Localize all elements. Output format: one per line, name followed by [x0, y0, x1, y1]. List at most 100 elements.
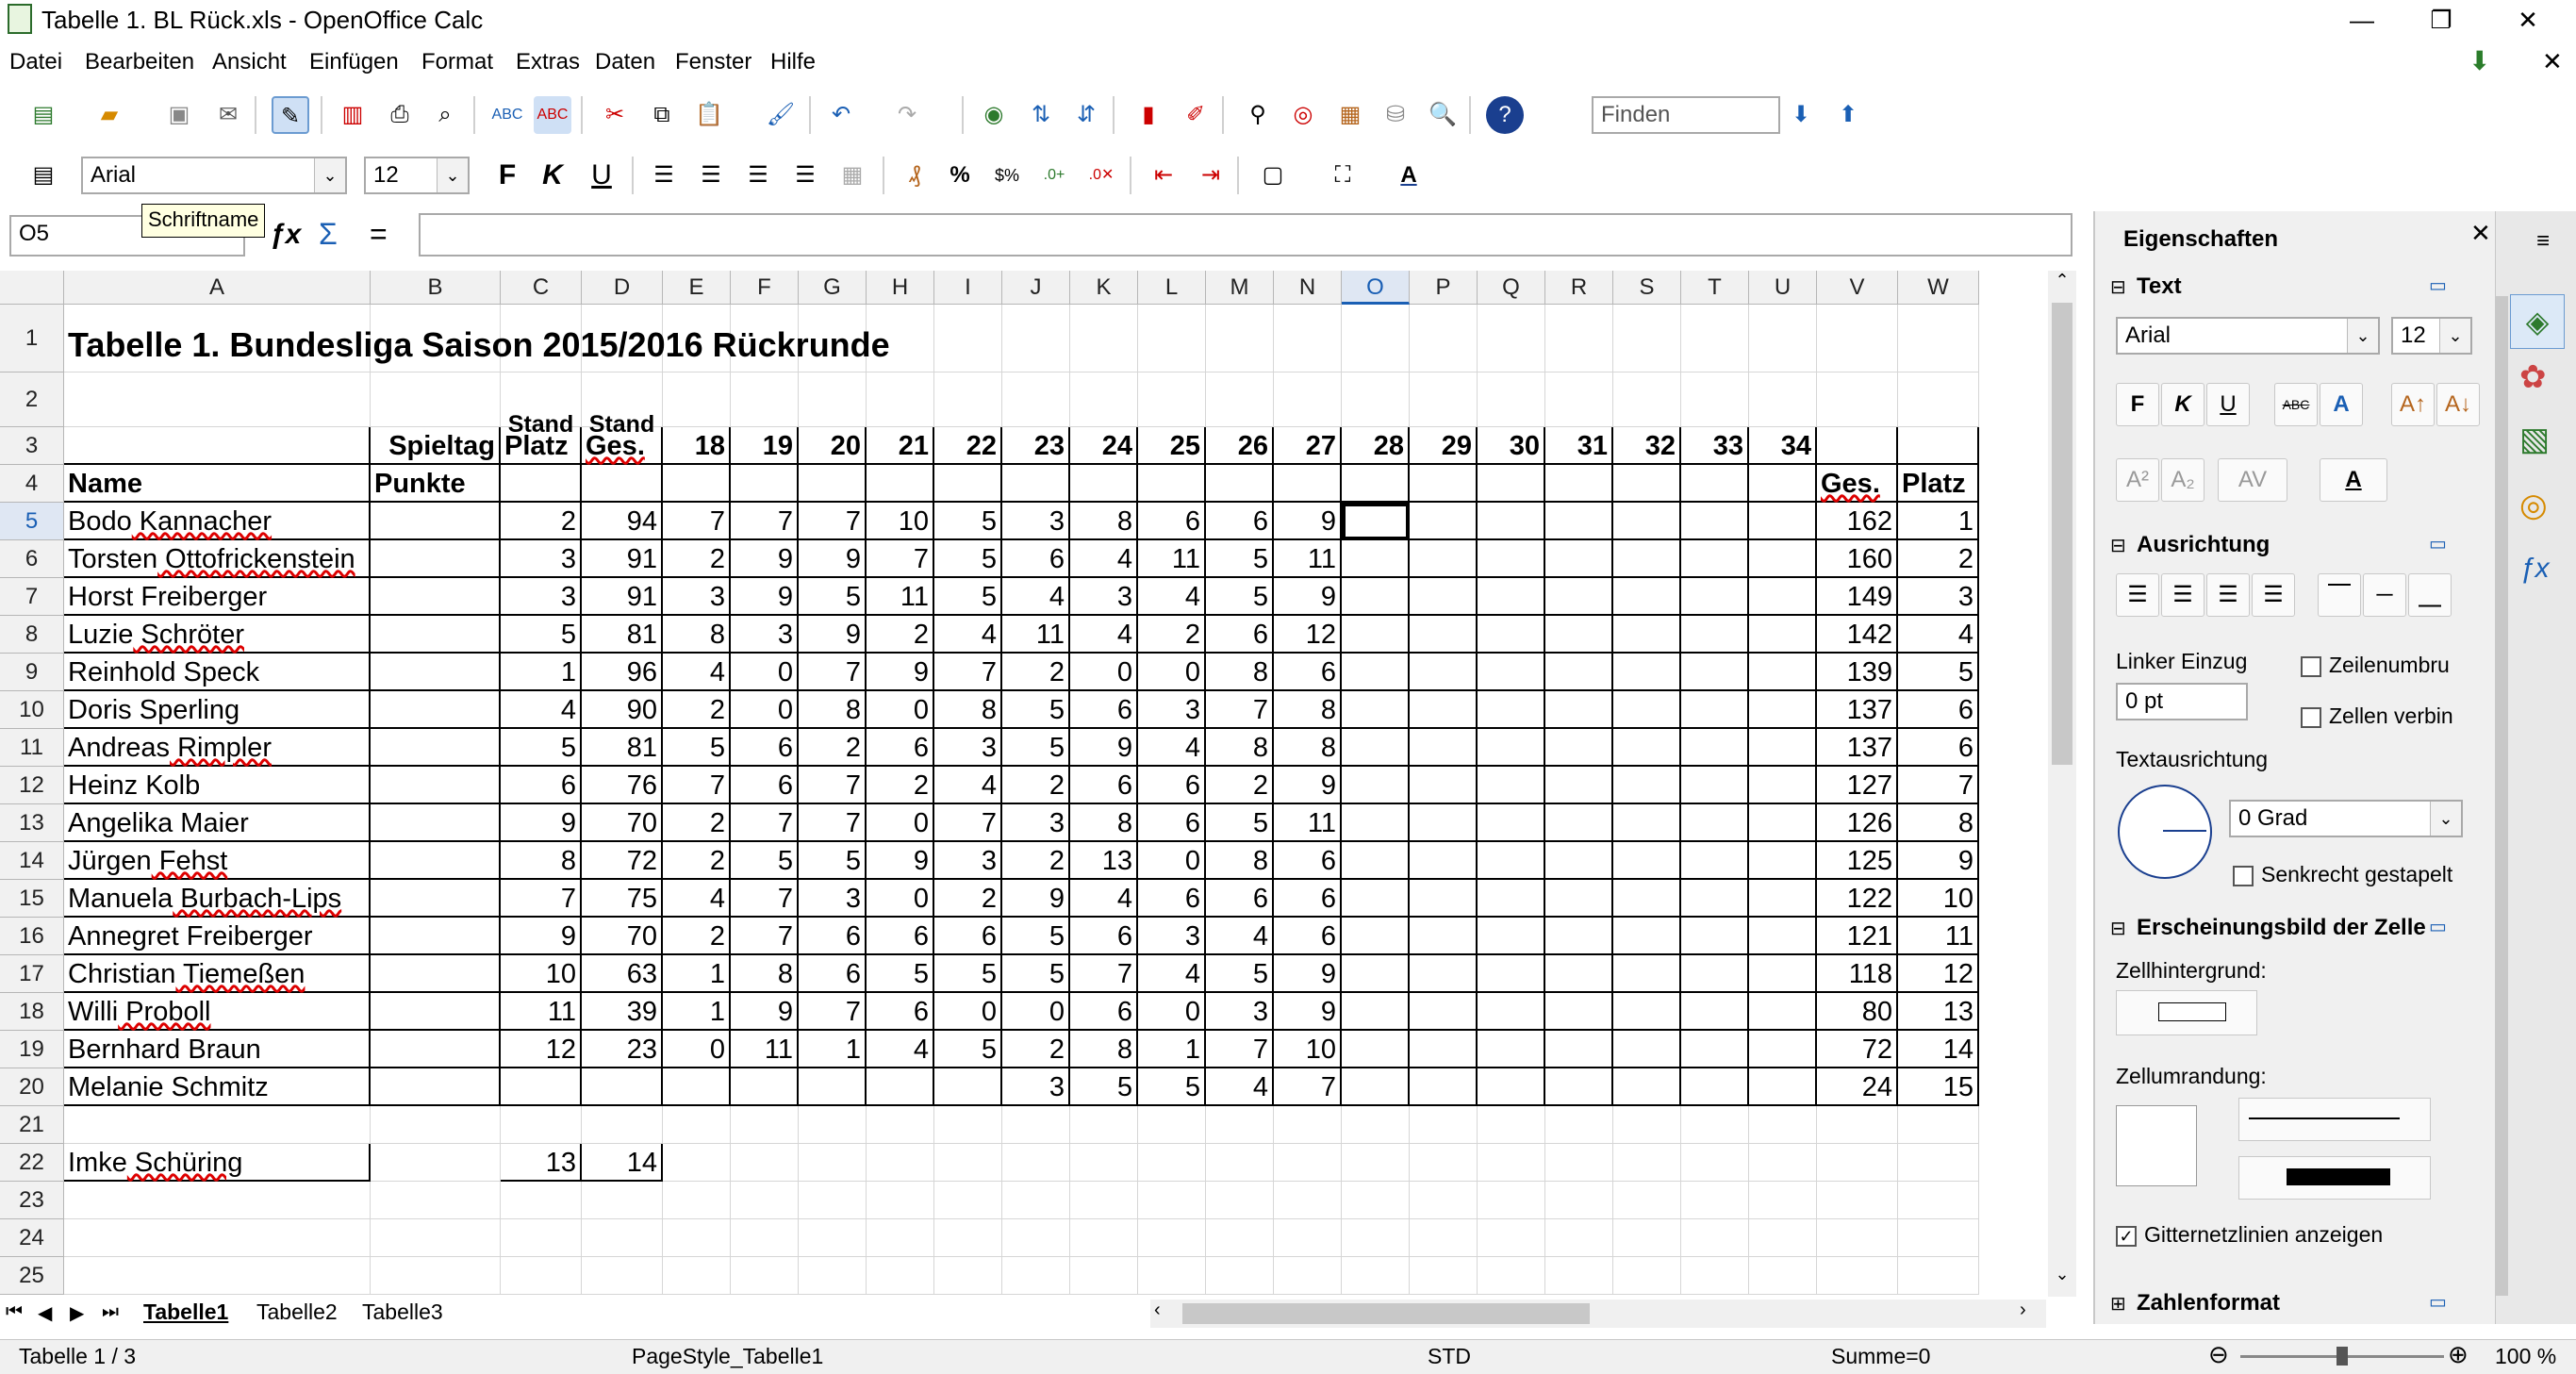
- cell-points[interactable]: 4: [663, 654, 731, 691]
- cell[interactable]: [1681, 918, 1749, 955]
- grid-cell[interactable]: [1545, 1219, 1613, 1257]
- cell[interactable]: [371, 767, 501, 804]
- grid-cell[interactable]: [934, 372, 1002, 427]
- row-header-14[interactable]: 14: [0, 842, 64, 880]
- cell-points[interactable]: 7: [731, 804, 799, 842]
- cell[interactable]: [1545, 804, 1613, 842]
- cell-points[interactable]: 0: [1002, 993, 1070, 1031]
- cell-points[interactable]: 7: [799, 654, 867, 691]
- row-header-2[interactable]: 2: [0, 372, 64, 427]
- header-spieltag[interactable]: Spieltag: [371, 427, 501, 465]
- vertical-scrollbar[interactable]: ⌃ ⌄: [2048, 271, 2076, 1297]
- cell[interactable]: [1613, 880, 1681, 918]
- grid-cell[interactable]: [1478, 1219, 1545, 1257]
- orientation-combo[interactable]: 0 Grad ⌄: [2229, 800, 2463, 837]
- cell-points[interactable]: 8: [799, 691, 867, 729]
- grid-cell[interactable]: [1070, 372, 1138, 427]
- cell[interactable]: [1410, 616, 1478, 654]
- grid-cell[interactable]: [64, 1182, 371, 1219]
- cell-points[interactable]: 5: [1206, 540, 1274, 578]
- cell-total[interactable]: 127: [1817, 767, 1898, 804]
- chevron-down-icon[interactable]: ⌄: [437, 158, 468, 192]
- page-style[interactable]: PageStyle_Tabelle1: [632, 1344, 823, 1369]
- increase-font-icon[interactable]: A↑: [2391, 383, 2435, 426]
- cell-ges[interactable]: 39: [582, 993, 663, 1031]
- cell-points[interactable]: 1: [799, 1031, 867, 1068]
- cell-points[interactable]: 7: [663, 767, 731, 804]
- more-options-icon[interactable]: ▭: [2429, 915, 2447, 938]
- grid-cell[interactable]: [582, 1257, 663, 1295]
- cell[interactable]: [1681, 654, 1749, 691]
- menu-format[interactable]: Format: [421, 49, 493, 75]
- cell-points[interactable]: 4: [934, 767, 1002, 804]
- grid-cell[interactable]: [501, 1257, 582, 1295]
- grid-cell[interactable]: [1681, 372, 1749, 427]
- cell[interactable]: [663, 465, 731, 503]
- cell-points[interactable]: 2: [799, 729, 867, 767]
- cell-points[interactable]: 9: [731, 993, 799, 1031]
- cell[interactable]: [1138, 465, 1206, 503]
- cell-rank[interactable]: 8: [1898, 804, 1979, 842]
- help-icon[interactable]: ?: [1486, 96, 1524, 134]
- menu-extras[interactable]: Extras: [516, 49, 580, 75]
- grid-cell[interactable]: [799, 1144, 867, 1182]
- row-header-25[interactable]: 25: [0, 1257, 64, 1295]
- cell[interactable]: [1478, 767, 1545, 804]
- grid-cell[interactable]: [934, 1219, 1002, 1257]
- cell[interactable]: [371, 880, 501, 918]
- cell[interactable]: [1478, 993, 1545, 1031]
- cell-points[interactable]: 5: [1002, 918, 1070, 955]
- cell-points[interactable]: 3: [1002, 1068, 1070, 1106]
- expand-number-format-icon[interactable]: ⊞: [2110, 1292, 2126, 1316]
- cut-icon[interactable]: ✂: [596, 96, 634, 134]
- hscrollbar-thumb[interactable]: [1182, 1303, 1590, 1324]
- cell-ges[interactable]: 75: [582, 880, 663, 918]
- cell-points[interactable]: 9: [731, 540, 799, 578]
- cell-total[interactable]: 137: [1817, 691, 1898, 729]
- grid-cell[interactable]: [1898, 1219, 1979, 1257]
- header-spieltag-18[interactable]: 18: [663, 427, 731, 465]
- cell-points[interactable]: 9: [1274, 955, 1342, 993]
- bold-button[interactable]: F: [488, 157, 526, 194]
- spreadsheet-grid[interactable]: A B C D E F G H I J K L M N O P Q R S T U V W 1 2 3 4 5 6 7 8 9 10 11 12 13…: [0, 271, 2046, 1297]
- cell-ges[interactable]: 81: [582, 616, 663, 654]
- grid-cell[interactable]: [582, 1182, 663, 1219]
- cell-points[interactable]: 7: [799, 804, 867, 842]
- grid-cell[interactable]: [1478, 1144, 1545, 1182]
- cell-points[interactable]: 5: [1002, 955, 1070, 993]
- grid-cell[interactable]: [1749, 1106, 1817, 1144]
- row-header-18[interactable]: 18: [0, 993, 64, 1031]
- cell-points[interactable]: 5: [934, 578, 1002, 616]
- justify-icon[interactable]: ☰: [786, 157, 824, 194]
- column-header-W[interactable]: W: [1898, 271, 1979, 305]
- grid-cell[interactable]: [64, 1106, 371, 1144]
- vertical-stacked-checkbox[interactable]: [2233, 866, 2254, 886]
- cell[interactable]: [1545, 578, 1613, 616]
- cell-rank[interactable]: 7: [1898, 767, 1979, 804]
- cell-points[interactable]: 4: [1070, 880, 1138, 918]
- grid-cell[interactable]: [1545, 1257, 1613, 1295]
- grid-cell[interactable]: [1274, 1182, 1342, 1219]
- cell-points[interactable]: 7: [663, 503, 731, 540]
- cell-points[interactable]: 6: [1002, 540, 1070, 578]
- grid-cell[interactable]: [1070, 1182, 1138, 1219]
- grid-cell[interactable]: [64, 1257, 371, 1295]
- cell[interactable]: [371, 1068, 501, 1106]
- player-name[interactable]: Heinz Kolb: [64, 767, 371, 804]
- grid-cell[interactable]: [1613, 1144, 1681, 1182]
- row-header-20[interactable]: 20: [0, 1068, 64, 1106]
- header-ges[interactable]: Ges.: [582, 427, 663, 465]
- cell[interactable]: [1410, 880, 1478, 918]
- cell[interactable]: [1342, 465, 1410, 503]
- grid-cell[interactable]: [371, 1257, 501, 1295]
- row-header-12[interactable]: 12: [0, 767, 64, 804]
- superscript-icon[interactable]: A²: [2116, 458, 2159, 502]
- cell[interactable]: [1749, 540, 1817, 578]
- column-header-F[interactable]: F: [731, 271, 799, 305]
- add-decimal-icon[interactable]: .0+: [1035, 157, 1073, 194]
- cell-points[interactable]: 2: [1002, 654, 1070, 691]
- align-left-icon[interactable]: ☰: [645, 157, 683, 194]
- cell[interactable]: [1545, 767, 1613, 804]
- cell[interactable]: [1613, 955, 1681, 993]
- sidebar-font-color-icon[interactable]: A: [2320, 458, 2387, 502]
